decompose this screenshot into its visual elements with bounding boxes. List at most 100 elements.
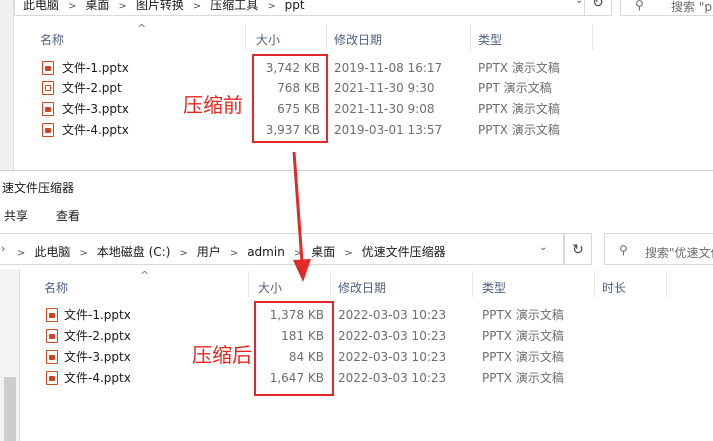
file-date: 2021-11-30 9:30 [334,81,435,95]
search-icon: ⚲ [619,243,628,257]
refresh-icon: ↻ [572,242,584,258]
file-date: 2022-03-03 10:23 [338,350,447,364]
breadcrumb: > 此电脑 > 本地磁盘 (C:) > 用户 > admin > 桌面 > 优速文件压缩器 [17,243,446,260]
column-header-type[interactable]: 类型 [478,31,502,48]
pptx-file-icon [46,350,58,364]
breadcrumb-item[interactable]: ppt [285,0,305,12]
column-header-date[interactable]: 修改日期 [334,31,382,48]
red-arrow-icon [292,151,311,282]
file-type: PPTX 演示文稿 [478,102,560,116]
file-name: 文件-3.pptx [64,350,131,364]
refresh-icon: ↻ [592,0,604,11]
column-header-name[interactable]: 名称 [44,279,68,296]
search-input[interactable]: 搜索"优速文件 [645,244,713,261]
window-title: 速文件压缩器 [2,181,75,195]
pptx-file-icon [46,329,58,343]
bottom-explorer-window: 速文件压缩器 共享 查看 › > 此电脑 > 本地磁盘 (C:) > 用户 > admin > 桌… [0,170,713,441]
file-type: PPTX 演示文稿 [478,123,560,137]
file-type: PPT 演示文稿 [478,81,552,95]
file-date: 2021-11-30 9:08 [334,102,435,116]
before-compression-label: 压缩前 [183,93,243,117]
column-divider[interactable] [592,24,593,50]
chevron-right-icon: > [229,248,239,259]
column-divider[interactable] [470,24,471,50]
chevron-right-icon: > [344,248,353,259]
size-highlight-box [252,54,328,143]
pptx-file-icon [42,102,54,116]
column-header-type[interactable]: 类型 [482,279,506,296]
breadcrumb-item[interactable]: 用户 [197,245,221,259]
chevron-down-icon[interactable]: ⌄ [575,0,583,6]
pptx-file-icon [42,123,54,137]
file-date: 2022-03-03 10:23 [338,371,447,385]
column-header-date[interactable]: 修改日期 [338,279,386,296]
column-divider[interactable] [326,24,327,50]
file-name: 文件-3.pptx [62,102,129,116]
file-type: PPTX 演示文稿 [482,329,564,343]
chevron-right-icon: > [68,1,77,12]
chevron-right-icon: > [17,248,26,259]
pptx-file-icon [46,371,58,385]
title-bar: 速文件压缩器 [0,171,713,201]
chevron-right-icon: > [267,1,276,12]
file-type: PPTX 演示文稿 [482,371,564,385]
column-divider[interactable] [330,271,331,297]
search-box[interactable]: ⚲ 搜索"优速文件 [604,233,713,265]
refresh-button[interactable]: ↻ [564,233,592,265]
ppt-file-icon [42,81,54,95]
column-divider[interactable] [245,24,246,50]
scrollbar-thumb[interactable] [4,377,16,441]
top-explorer-window: 此电脑 > 桌面 > 图片转换 > 压缩工具 > ppt ⌄ ↻ ⚲ 搜索 "ppt" ^ 名称… [0,0,713,170]
file-name: 文件-2.pptx [64,329,131,343]
chevron-right-icon: > [179,248,188,259]
column-divider[interactable] [666,271,667,297]
breadcrumb-item[interactable]: 优速文件压缩器 [362,245,446,259]
chevron-down-icon[interactable]: ⌄ [539,242,547,253]
navigation-pane-edge[interactable] [0,0,14,170]
file-date: 2022-03-03 10:23 [338,329,447,343]
file-name: 文件-1.pptx [64,308,131,322]
size-highlight-box [254,301,334,396]
breadcrumb-item[interactable]: 本地磁盘 (C:) [97,245,171,259]
folder-icon: › [1,242,6,255]
breadcrumb-item[interactable]: 图片转换 [136,0,184,12]
column-divider[interactable] [248,271,249,297]
tab-view[interactable]: 查看 [56,207,80,224]
sort-ascending-icon: ^ [140,269,150,282]
file-name: 文件-4.pptx [62,123,129,137]
pptx-file-icon [42,61,54,75]
after-compression-label: 压缩后 [192,343,252,367]
sort-ascending-icon: ^ [137,22,147,35]
search-icon: ⚲ [635,0,644,12]
refresh-button[interactable]: ↻ [584,0,612,16]
breadcrumb-item[interactable]: 此电脑 [23,0,59,12]
tab-share[interactable]: 共享 [4,207,28,224]
breadcrumb: 此电脑 > 桌面 > 图片转换 > 压缩工具 > ppt [23,0,305,13]
file-date: 2019-03-01 13:57 [334,123,443,137]
chevron-right-icon: > [118,1,127,12]
column-header-size[interactable]: 大小 [256,31,280,48]
file-type: PPTX 演示文稿 [482,308,564,322]
column-divider[interactable] [472,271,473,297]
file-date: 2019-11-08 16:17 [334,61,443,75]
file-name: 文件-2.ppt [62,81,122,95]
navigation-pane-scrollbar[interactable] [0,269,20,441]
file-type: PPTX 演示文稿 [482,350,564,364]
search-box[interactable]: ⚲ 搜索 "ppt" [620,0,713,16]
pptx-file-icon [46,308,58,322]
column-header-name[interactable]: 名称 [40,31,64,48]
file-type: PPTX 演示文稿 [478,61,560,75]
search-input[interactable]: 搜索 "ppt" [671,0,713,15]
breadcrumb-item[interactable]: 此电脑 [34,245,70,259]
chevron-right-icon: > [192,1,202,12]
breadcrumb-item[interactable]: 压缩工具 [210,0,258,12]
file-name: 文件-1.pptx [62,61,129,75]
file-name: 文件-4.pptx [64,371,131,385]
column-divider[interactable] [594,271,595,297]
address-bar[interactable]: 此电脑 > 桌面 > 图片转换 > 压缩工具 > ppt ⌄ [14,0,610,16]
column-header-size[interactable]: 大小 [258,279,282,296]
file-date: 2022-03-03 10:23 [338,308,447,322]
chevron-right-icon: > [79,248,88,259]
breadcrumb-item[interactable]: 桌面 [85,0,109,12]
column-header-duration[interactable]: 时长 [602,279,626,296]
